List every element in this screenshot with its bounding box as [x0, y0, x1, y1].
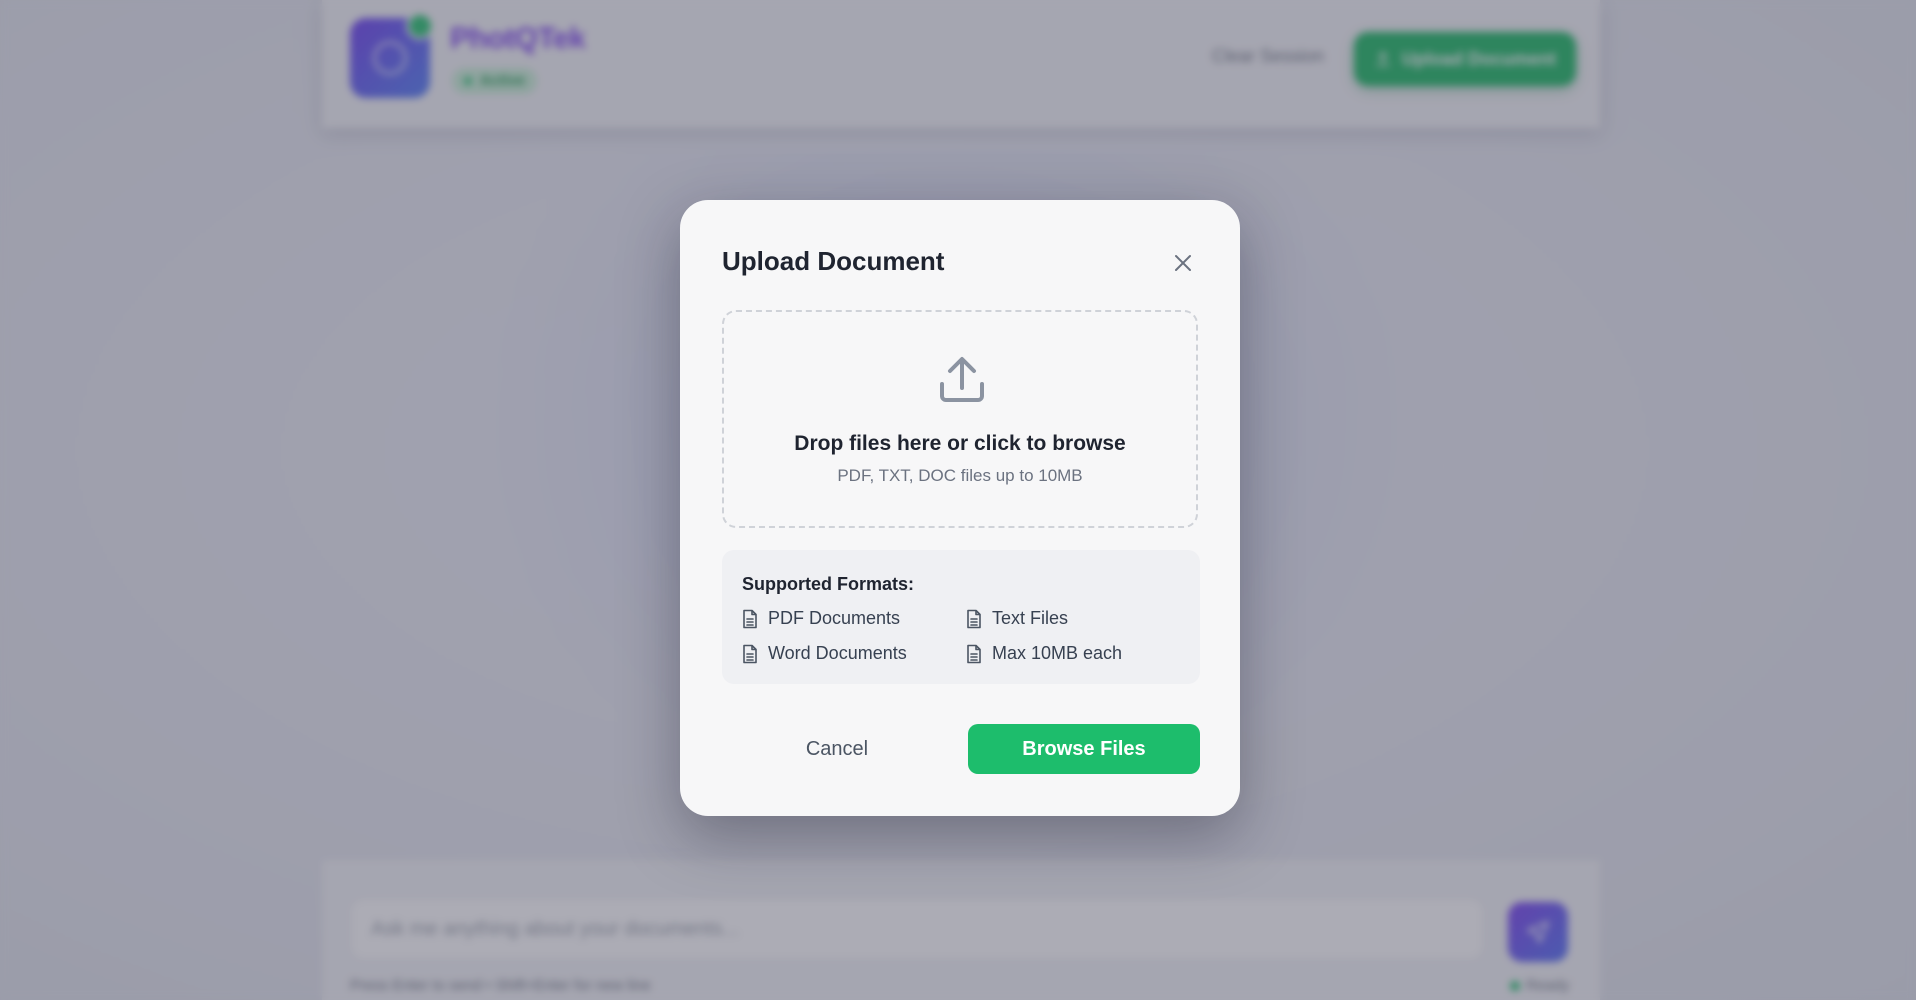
dropzone-subtitle: PDF, TXT, DOC files up to 10MB [837, 466, 1083, 485]
supported-formats-panel: Supported Formats: PDF Documents Text Fi… [722, 550, 1200, 684]
format-item-label: Max 10MB each [992, 643, 1123, 663]
close-icon [1175, 255, 1191, 271]
format-item: Text Files [966, 608, 1068, 629]
close-button[interactable] [1166, 246, 1200, 280]
format-item-label: PDF Documents [768, 608, 901, 628]
document-icon [967, 609, 981, 628]
format-item: PDF Documents [742, 608, 900, 629]
document-icon [967, 644, 981, 663]
document-icon [743, 644, 757, 663]
format-item: Max 10MB each [966, 643, 1122, 664]
supported-formats-title: Supported Formats: [742, 574, 915, 594]
modal-title: Upload Document [722, 246, 945, 276]
document-icon [743, 609, 757, 628]
file-dropzone[interactable]: Drop files here or click to browse PDF, … [722, 310, 1198, 528]
cancel-button[interactable]: Cancel [722, 724, 952, 774]
format-item-label: Word Documents [768, 643, 907, 663]
browse-files-button[interactable]: Browse Files [968, 724, 1200, 774]
upload-document-modal: Upload Document Drop files here or click… [680, 200, 1240, 816]
dropzone-title: Drop files here or click to browse [794, 432, 1126, 455]
format-item-label: Text Files [992, 608, 1069, 628]
upload-icon [940, 357, 984, 402]
format-item: Word Documents [742, 643, 907, 664]
